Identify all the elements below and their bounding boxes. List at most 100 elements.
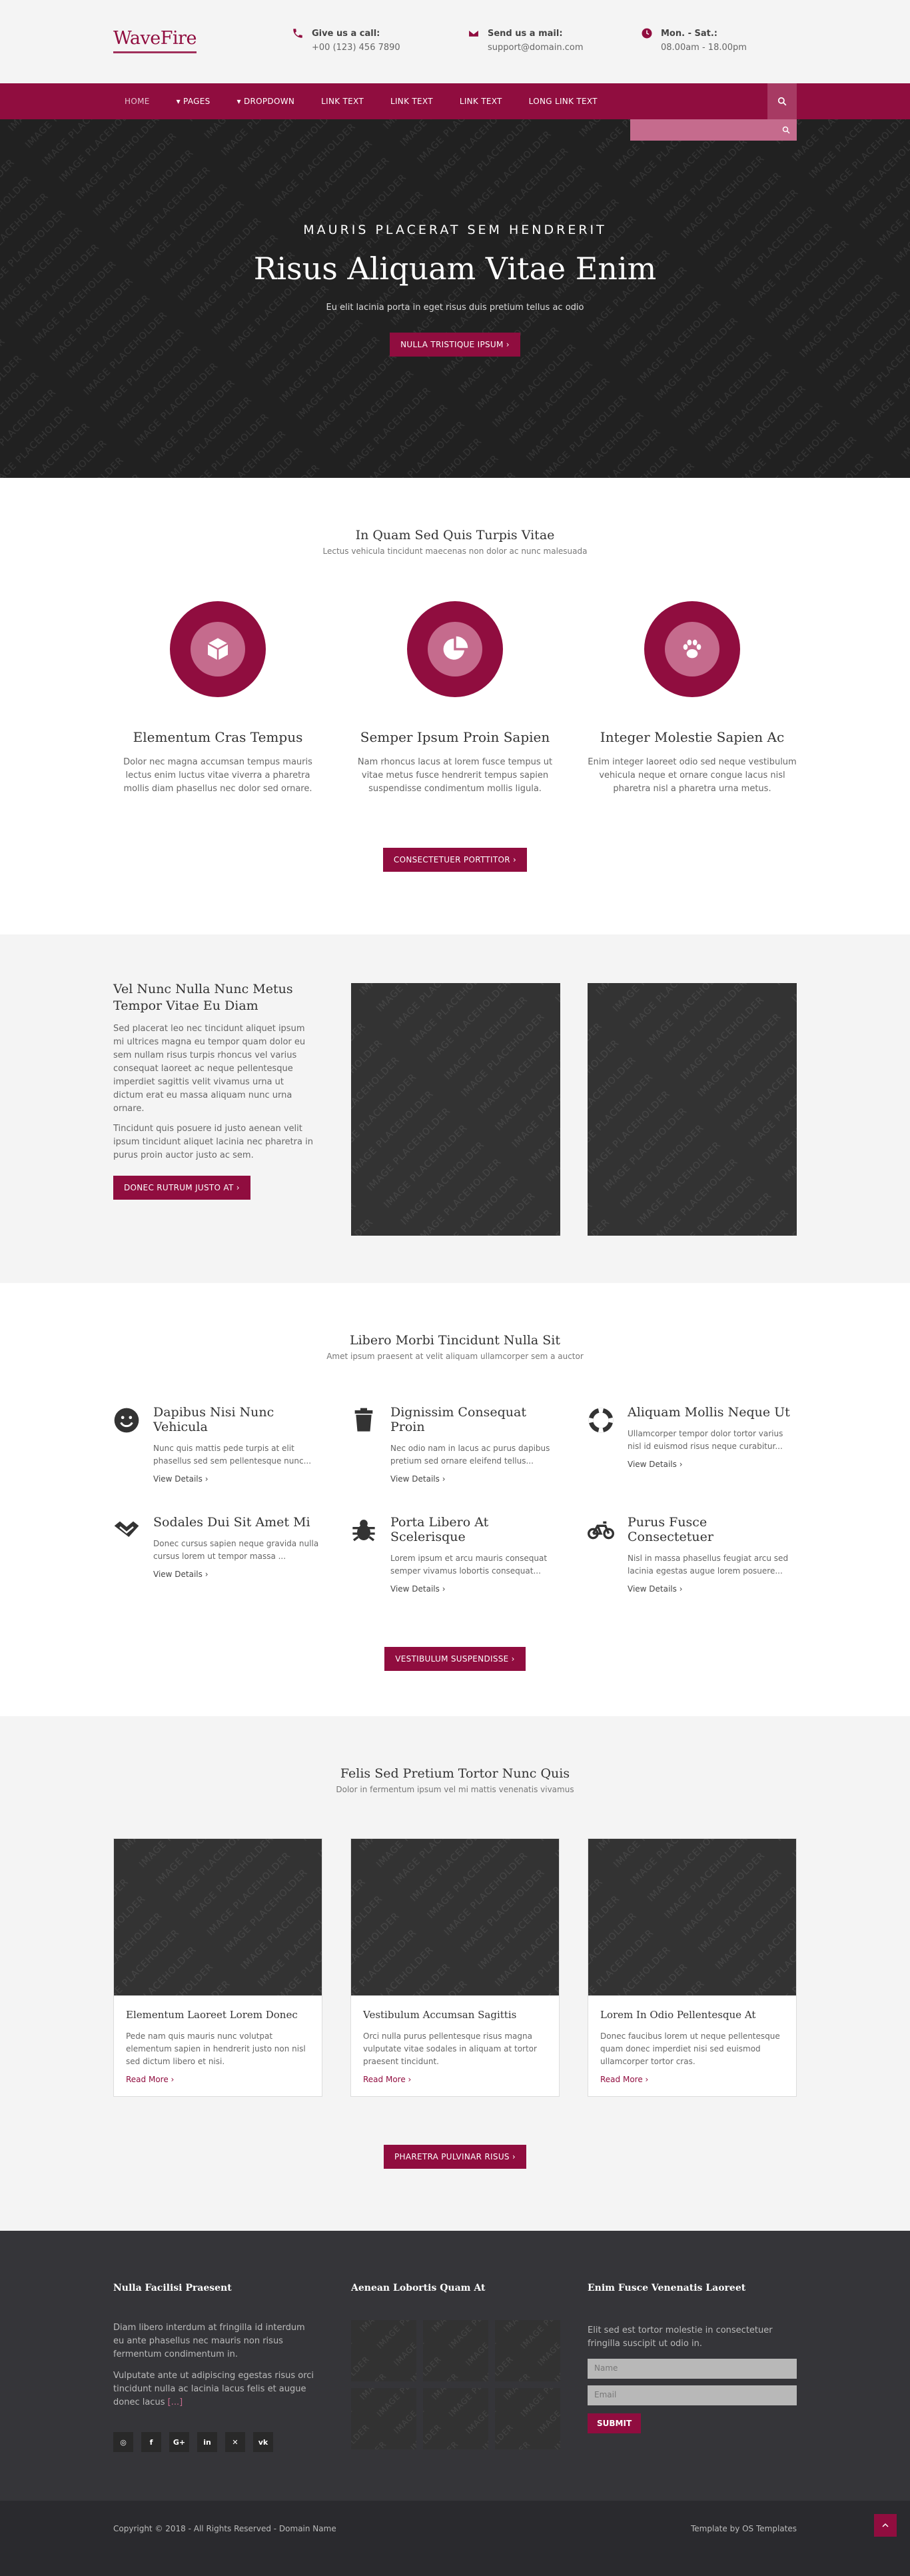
bicycle-icon (588, 1521, 614, 1540)
hero-section: IMAGE PLACEHOLDER MAURIS PLACERAT SEM HE… (0, 119, 910, 478)
placeholder-watermark: IMAGE PLACEHOLDER (495, 2320, 560, 2381)
service-text: Nec odio nam in lacus ac purus dapibus p… (390, 1444, 550, 1466)
view-details-link[interactable]: View Details › (628, 1460, 797, 1469)
nav-home[interactable]: HOME (125, 97, 150, 106)
features-button[interactable]: CONSECTETUER PORTTITOR › (382, 848, 528, 872)
placeholder-watermark: IMAGE PLACEHOLDER (351, 983, 560, 1236)
card-text: Pede nam quis mauris nunc volutpat eleme… (126, 2031, 306, 2066)
credit[interactable]: Template by OS Templates (691, 2524, 797, 2533)
hero-title: Risus Aliquam Vitae Enim (253, 251, 657, 287)
trash-icon (354, 1408, 373, 1432)
image-placeholder: IMAGE PLACEHOLDER (351, 983, 560, 1236)
nav-link-long[interactable]: LONG LINK TEXT (529, 97, 598, 106)
nav-dropdown[interactable]: ▾ DROPDOWN (237, 97, 295, 106)
gallery-thumb[interactable]: IMAGE PLACEHOLDER (351, 2388, 416, 2449)
search-icon (777, 97, 787, 106)
nav-link-1[interactable]: LINK TEXT (321, 97, 364, 106)
services-button[interactable]: VESTIBULUM SUSPENDISSE › (384, 1647, 526, 1671)
gallery-thumb[interactable]: IMAGE PLACEHOLDER (423, 2388, 488, 2449)
blog-subtitle: Dolor in fermentum ipsum vel mi mattis v… (336, 1785, 574, 1794)
footer-gallery: IMAGE PLACEHOLDER IMAGE PLACEHOLDER IMAG… (351, 2320, 560, 2449)
view-details-link[interactable]: View Details › (153, 1570, 322, 1579)
card-image-placeholder: IMAGE PLACEHOLDER (114, 1839, 322, 1995)
footer-col-title: Nulla Facilisi Praesent (113, 2283, 232, 2293)
clock-icon (642, 28, 652, 39)
service-item: Dapibus Nisi Nunc Vehicula Nunc quis mat… (113, 1405, 322, 1484)
submit-button[interactable]: SUBMIT (588, 2413, 642, 2433)
facebook-icon[interactable]: f (141, 2432, 161, 2452)
footer-col-about: Nulla Facilisi Praesent Diam libero inte… (113, 2283, 316, 2452)
service-text: Lorem ipsum et arcu mauris consequat sem… (390, 1554, 548, 1576)
gallery-thumb[interactable]: IMAGE PLACEHOLDER (495, 2320, 560, 2381)
blog-button[interactable]: PHARETRA PULVINAR RISUS › (383, 2145, 527, 2169)
dribbble-icon[interactable]: ◎ (113, 2432, 133, 2452)
card-title: Vestibulum Accumsan Sagittis (363, 2009, 517, 2021)
search-field[interactable] (630, 119, 797, 141)
vk-icon[interactable]: vk (253, 2432, 273, 2452)
footer-col-title: Aenean Lobortis Quam At (351, 2283, 486, 2293)
back-to-top-button[interactable] (874, 2514, 897, 2537)
gallery-thumb[interactable]: IMAGE PLACEHOLDER (495, 2388, 560, 2449)
social-links: ◎ f G+ in ✕ vk (113, 2432, 316, 2452)
service-text: Donec cursus sapien neque gravida nulla … (153, 1539, 319, 1561)
hero-button[interactable]: NULLA TRISTIQUE IPSUM › (390, 333, 520, 357)
contact-hours-value: 08.00am - 18.00pm (661, 43, 747, 53)
search-toggle-button[interactable] (767, 83, 797, 119)
about-paragraph: Sed placerat leo nec tincidunt aliquet i… (113, 1024, 306, 1114)
card-text: Donec faucibus lorem ut neque pellentesq… (600, 2031, 780, 2066)
gallery-thumb[interactable]: IMAGE PLACEHOLDER (351, 2320, 416, 2381)
card-image-placeholder: IMAGE PLACEHOLDER (588, 1839, 796, 1995)
feature-text: Nam rhoncus lacus at lorem fusce tempus … (357, 757, 553, 794)
service-title: Dignissim Consequat Proin (390, 1405, 526, 1434)
smile-icon (114, 1408, 139, 1433)
about-section: Vel Nunc Nulla Nunc Metus Tempor Vitae E… (0, 934, 910, 1283)
hero-kicker: MAURIS PLACERAT SEM HENDRERIT (303, 223, 607, 237)
contact-mail-value[interactable]: support@domain.com (488, 41, 584, 55)
view-details-link[interactable]: View Details › (390, 1474, 560, 1484)
contact-hours: Mon. - Sat.: 08.00am - 18.00pm (642, 27, 747, 55)
linkedin-icon[interactable]: in (197, 2432, 217, 2452)
footer-text-body: Vulputate ante ut adipiscing egestas ris… (113, 2371, 314, 2407)
footer-col-newsletter: Enim Fusce Venenatis Laoreet Elit sed es… (588, 2283, 797, 2433)
logo[interactable]: WaveFire (113, 28, 197, 53)
hero-subtitle: Eu elit lacinia porta in eget risus duis… (326, 303, 584, 313)
read-more-link[interactable]: Read More › (600, 2075, 784, 2084)
main-nav: HOME ▾ PAGES ▾ DROPDOWN LINK TEXT LINK T… (0, 83, 910, 141)
view-details-link[interactable]: View Details › (390, 1584, 560, 1594)
about-button[interactable]: DONEC RUTRUM JUSTO AT › (113, 1176, 250, 1200)
service-text: Ullamcorper tempor dolor tortor varius n… (628, 1429, 783, 1451)
nav-link-2[interactable]: LINK TEXT (390, 97, 433, 106)
feature-item: Semper Ipsum Proin Sapien Nam rhoncus la… (350, 601, 560, 796)
email-input[interactable]: Email (588, 2385, 797, 2405)
read-more-link[interactable]: Read More › (363, 2075, 547, 2084)
bug-icon (352, 1520, 375, 1542)
chevron-up-icon (882, 2523, 889, 2527)
copyright: Copyright © 2018 - All Rights Reserved -… (113, 2524, 336, 2533)
nav-pages[interactable]: ▾ PAGES (177, 97, 211, 106)
nav-link-3[interactable]: LINK TEXT (460, 97, 502, 106)
phone-icon (293, 29, 302, 38)
gallery-thumb[interactable]: IMAGE PLACEHOLDER (423, 2320, 488, 2381)
footer-more-link[interactable]: [...] (168, 2397, 183, 2407)
contact-phone: Give us a call: +00 (123) 456 7890 (293, 27, 400, 55)
footer-text: Diam libero interdum at fringilla id int… (113, 2323, 305, 2359)
service-title: Sodales Dui Sit Amet Mi (153, 1515, 310, 1530)
image-placeholder: IMAGE PLACEHOLDER (588, 983, 797, 1236)
feature-title: Semper Ipsum Proin Sapien (360, 729, 550, 745)
search-submit-icon[interactable] (782, 126, 790, 134)
handshake-icon (114, 1521, 139, 1537)
name-input[interactable]: Name (588, 2359, 797, 2379)
google-plus-icon[interactable]: G+ (169, 2432, 189, 2452)
contact-hours-title: Mon. - Sat.: (661, 29, 717, 39)
twitter-icon[interactable]: ✕ (225, 2432, 245, 2452)
lifebuoy-icon (588, 1408, 614, 1433)
view-details-link[interactable]: View Details › (153, 1474, 322, 1484)
placeholder-watermark: IMAGE PLACEHOLDER (351, 2388, 416, 2449)
service-item: Porta Libero At Scelerisque Lorem ipsum … (350, 1515, 560, 1594)
view-details-link[interactable]: View Details › (628, 1584, 797, 1594)
service-text: Nisl in massa phasellus feugiat arcu sed… (628, 1554, 789, 1576)
read-more-link[interactable]: Read More › (126, 2075, 310, 2084)
contact-mail-title: Send us a mail: (488, 29, 563, 39)
contact-phone-value: +00 (123) 456 7890 (312, 43, 400, 53)
feature-item: Integer Molestie Sapien Ac Enim integer … (588, 601, 797, 796)
